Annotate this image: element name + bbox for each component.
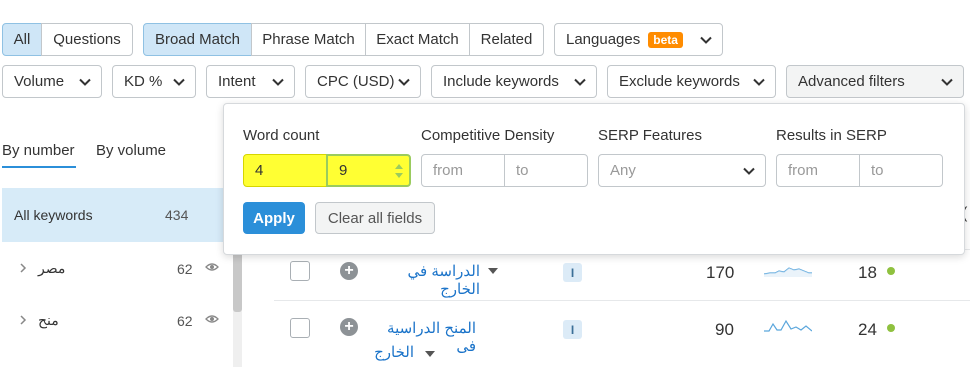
tab-exact-label: Exact Match	[376, 31, 459, 48]
advanced-filters-dropdown[interactable]: Advanced filters	[786, 65, 964, 98]
tab-by-volume[interactable]: By volume	[96, 142, 166, 159]
keyword-link-continued[interactable]: الخارج	[366, 343, 414, 361]
all-keywords-count: 434	[165, 207, 189, 223]
serp-features-select[interactable]: Any	[598, 154, 766, 187]
eye-icon[interactable]	[205, 314, 219, 324]
tab-all[interactable]: All	[2, 23, 42, 56]
eye-icon[interactable]	[205, 262, 219, 272]
caret-down-icon[interactable]	[424, 350, 436, 358]
chevron-right-icon	[20, 263, 27, 273]
sidebar-group-item[interactable]: منح 62	[2, 308, 233, 338]
add-to-list-icon[interactable]: +	[340, 318, 358, 336]
advanced-filters-popup: Word count 4 9 Competitive Density from …	[223, 103, 965, 255]
intent-filter[interactable]: Intent	[206, 65, 295, 98]
volume-filter[interactable]: Volume	[2, 65, 102, 98]
tab-related-label: Related	[480, 31, 533, 48]
tab-broad-label: Broad Match	[154, 31, 241, 48]
kd-filter[interactable]: KD %	[112, 65, 196, 98]
chevron-down-icon	[700, 36, 712, 44]
word-count-to-value: 9	[339, 162, 348, 179]
cpc-filter-label: CPC (USD)	[317, 73, 395, 90]
intent-badge: I	[563, 263, 582, 282]
chevron-down-icon	[272, 78, 284, 86]
kd-difficulty-dot	[887, 267, 895, 275]
group-label: منح	[38, 312, 59, 328]
kd-filter-label: KD %	[124, 73, 163, 90]
volume-filter-label: Volume	[14, 73, 65, 90]
row-checkbox[interactable]	[290, 261, 310, 281]
row-divider	[274, 300, 970, 301]
add-to-list-icon[interactable]: +	[340, 262, 358, 280]
caret-down-icon[interactable]	[487, 267, 499, 275]
sidebar-group-item[interactable]: مصر 62	[2, 256, 233, 286]
keyword-groups-sidebar: All keywords 434 مصر 62 منح 62	[2, 188, 242, 367]
results-in-serp-to-input[interactable]: to	[859, 154, 943, 187]
word-count-label: Word count	[243, 127, 320, 144]
chevron-down-icon	[743, 167, 755, 175]
tab-phrase-match[interactable]: Phrase Match	[251, 23, 366, 56]
competitive-density-to-input[interactable]: to	[504, 154, 588, 187]
beta-badge: beta	[648, 31, 683, 48]
cd-from-placeholder: from	[433, 162, 463, 179]
include-keywords-label: Include keywords	[443, 73, 559, 90]
trend-sparkline	[764, 319, 812, 332]
tab-questions-label: Questions	[53, 31, 121, 48]
tab-broad-match[interactable]: Broad Match	[143, 23, 252, 56]
tab-by-number[interactable]: By number	[2, 142, 75, 159]
number-stepper-icon[interactable]	[394, 162, 404, 180]
include-keywords-filter[interactable]: Include keywords	[431, 65, 597, 98]
chevron-down-icon	[398, 78, 410, 86]
volume-value: 170	[706, 263, 735, 282]
active-tab-underline	[2, 166, 76, 168]
kd-difficulty-dot	[887, 324, 895, 332]
group-label: مصر	[38, 260, 66, 276]
chevron-down-icon	[173, 78, 185, 86]
results-to-placeholder: to	[871, 162, 884, 179]
results-in-serp-label: Results in SERP	[776, 127, 887, 144]
tab-all-label: All	[13, 31, 31, 48]
results-from-placeholder: from	[788, 162, 818, 179]
cpc-filter[interactable]: CPC (USD)	[305, 65, 421, 98]
chevron-down-icon	[79, 78, 91, 86]
volume-value: 90	[715, 320, 734, 339]
serp-features-label: SERP Features	[598, 127, 702, 144]
tab-related[interactable]: Related	[469, 23, 544, 56]
word-count-from-value: 4	[255, 162, 264, 179]
competitive-density-from-input[interactable]: from	[421, 154, 505, 187]
competitive-density-label: Competitive Density	[421, 127, 555, 144]
chevron-down-icon	[753, 78, 765, 86]
word-count-to-input[interactable]: 9	[326, 154, 411, 187]
keyword-link[interactable]: الدراسة في الخارج	[370, 262, 480, 298]
sidebar-item-all-keywords[interactable]: All keywords 434	[2, 188, 233, 242]
chevron-right-icon	[20, 315, 27, 325]
apply-button[interactable]: Apply	[243, 202, 305, 234]
advanced-filters-label: Advanced filters	[798, 73, 905, 90]
clear-all-fields-button[interactable]: Clear all fields	[315, 202, 435, 234]
word-count-from-input[interactable]: 4	[243, 154, 327, 187]
cd-to-placeholder: to	[516, 162, 529, 179]
exclude-keywords-label: Exclude keywords	[619, 73, 740, 90]
results-in-serp-from-input[interactable]: from	[776, 154, 860, 187]
all-keywords-label: All keywords	[14, 207, 93, 223]
intent-filter-label: Intent	[218, 73, 256, 90]
chevron-down-icon	[574, 78, 586, 86]
tab-exact-match[interactable]: Exact Match	[365, 23, 470, 56]
serp-features-value: Any	[610, 162, 636, 179]
languages-label: Languages	[566, 31, 641, 48]
languages-dropdown[interactable]: Languages beta	[554, 23, 723, 56]
kd-value: 24	[858, 320, 877, 339]
tab-phrase-label: Phrase Match	[262, 31, 355, 48]
exclude-keywords-filter[interactable]: Exclude keywords	[607, 65, 776, 98]
group-count: 62	[177, 261, 193, 277]
kd-value: 18	[858, 263, 877, 282]
intent-badge: I	[563, 320, 582, 339]
trend-sparkline	[764, 267, 812, 277]
chevron-down-icon	[941, 78, 953, 86]
row-checkbox[interactable]	[290, 318, 310, 338]
tab-questions[interactable]: Questions	[41, 23, 133, 56]
group-count: 62	[177, 313, 193, 329]
